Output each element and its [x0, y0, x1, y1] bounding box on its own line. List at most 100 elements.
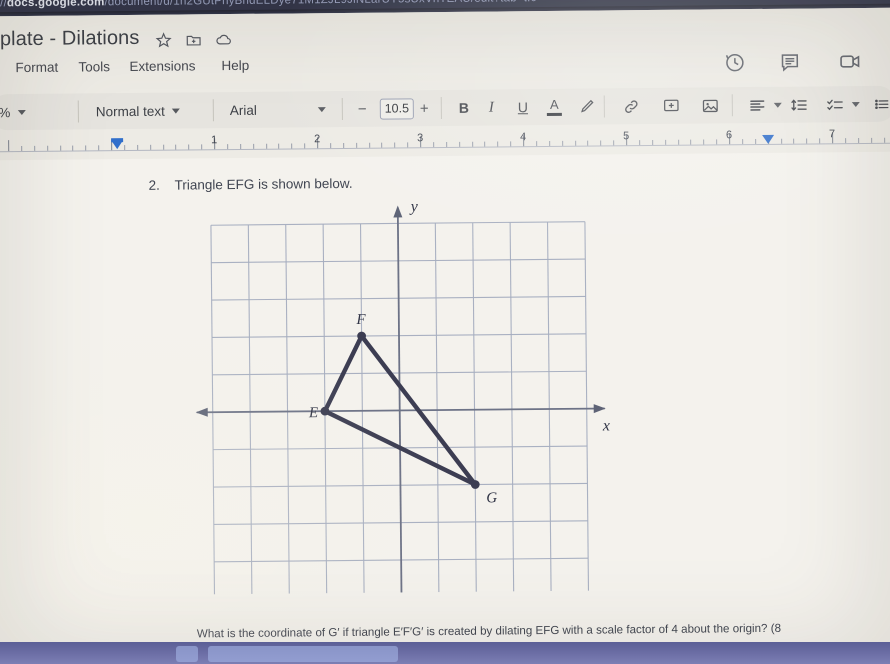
insert-image-icon[interactable] — [701, 87, 720, 123]
gridline-vertical — [210, 225, 216, 595]
ruler-minor-tick — [85, 145, 87, 151]
chevron-down-icon — [851, 101, 860, 107]
ruler-minor-tick — [716, 139, 718, 145]
ruler-minor-tick — [394, 142, 396, 148]
gridline-vertical — [509, 222, 515, 595]
x-axis-label: x — [602, 417, 610, 434]
menu-item-tools[interactable]: Tools — [78, 59, 110, 74]
paragraph-style-dropdown[interactable]: Normal text — [96, 93, 180, 130]
ruler-minor-tick — [59, 145, 61, 151]
ruler-minor-tick — [445, 141, 447, 147]
font-size-input[interactable]: 10.5 — [379, 90, 414, 126]
right-margin-marker[interactable] — [762, 134, 775, 144]
ruler-minor-tick — [136, 144, 138, 150]
ruler-minor-tick — [613, 140, 615, 146]
ruler-minor-tick — [561, 140, 563, 146]
insert-link-icon[interactable] — [622, 88, 641, 124]
chevron-down-icon — [17, 109, 26, 115]
move-to-folder-icon[interactable] — [185, 31, 203, 49]
photo-of-screen: s://docs.google.com/document/d/1h2GUtPhy… — [0, 0, 890, 664]
y-axis-arrow-up — [393, 205, 403, 218]
taskbar-item[interactable] — [208, 646, 398, 662]
zoom-value: 100% — [0, 104, 11, 120]
ruler-number: 5 — [622, 130, 630, 143]
toolbar-separator — [731, 94, 733, 117]
text-color-button[interactable]: A — [546, 89, 562, 125]
increase-font-size-button[interactable]: + — [420, 90, 429, 126]
toolbar-separator — [341, 97, 343, 120]
ruler-minor-tick — [548, 140, 550, 146]
italic-button[interactable]: I — [489, 90, 494, 126]
taskbar-item[interactable] — [176, 646, 198, 662]
font-size-value: 10.5 — [379, 97, 414, 120]
decrease-font-size-button[interactable]: − — [358, 91, 367, 127]
document-page[interactable]: 2. Triangle EFG is shown below. xyEFG Wh… — [0, 151, 890, 664]
question-number: 2. — [148, 177, 160, 193]
ruler-minor-tick — [471, 141, 473, 147]
add-comment-icon[interactable] — [662, 88, 681, 124]
ruler-minor-tick — [536, 141, 538, 147]
ruler-number: 6 — [725, 129, 733, 142]
gridline-vertical — [247, 224, 253, 595]
menu-item-help[interactable]: Help — [221, 58, 249, 73]
font-family-value: Arial — [229, 102, 257, 118]
x-axis-arrow-right — [593, 404, 606, 414]
browser-profile-glyph[interactable]: A — [876, 0, 884, 3]
checklist-icon[interactable] — [826, 86, 860, 122]
left-indent-marker[interactable] — [111, 140, 124, 150]
vertex-label-F: F — [355, 312, 366, 328]
cloud-saved-icon[interactable] — [215, 31, 233, 49]
ruler-minor-tick — [227, 144, 229, 150]
document-title[interactable]: mplate - Dilations — [0, 27, 140, 51]
zoom-dropdown[interactable]: 100% — [0, 94, 26, 130]
line-spacing-icon[interactable] — [790, 86, 809, 122]
vertex-point-E — [320, 406, 330, 416]
ruler-minor-tick — [857, 138, 859, 144]
coordinate-plane-figure: x y E F G — [187, 190, 621, 595]
text-color-label: A — [549, 96, 559, 112]
version-history-icon[interactable] — [723, 51, 749, 77]
chevron-down-icon — [773, 102, 782, 108]
ruler-minor-tick — [574, 140, 576, 146]
ruler-minor-tick — [819, 138, 821, 144]
bold-button[interactable]: B — [459, 90, 469, 126]
ruler-minor-tick — [703, 139, 705, 145]
ruler-minor-tick — [265, 143, 267, 149]
ruler-minor-tick — [690, 139, 692, 145]
plus-icon: + — [419, 99, 429, 117]
os-taskbar — [0, 642, 890, 664]
menu-item-format[interactable]: Format — [15, 60, 58, 75]
docs-top-right-actions — [705, 50, 890, 88]
google-docs-app: mplate - Dilations rt For — [0, 7, 890, 664]
ruler-minor-tick — [98, 145, 100, 151]
align-icon[interactable] — [748, 87, 782, 123]
highlight-pen-icon[interactable] — [578, 89, 596, 125]
bulleted-list-icon[interactable] — [874, 86, 890, 122]
bold-label: B — [458, 99, 470, 116]
toolbar-separator — [212, 99, 214, 122]
ruler-minor-tick — [639, 140, 641, 146]
star-icon[interactable] — [155, 32, 173, 50]
ruler-minor-tick — [600, 140, 602, 146]
italic-label: I — [488, 99, 494, 116]
underline-button[interactable]: U — [518, 89, 528, 125]
ruler-minor-tick — [239, 143, 241, 149]
ruler-minor-tick — [587, 140, 589, 146]
ruler-minor-tick — [355, 142, 357, 148]
ruler-minor-tick — [754, 139, 756, 145]
url-domain: docs.google.com — [6, 0, 105, 10]
ruler-number: 1 — [210, 134, 218, 147]
y-axis — [396, 207, 403, 595]
ruler-minor-tick — [175, 144, 177, 150]
meet-camera-icon[interactable] — [838, 50, 864, 76]
menu-item-extensions[interactable]: Extensions — [129, 58, 195, 74]
comment-history-icon[interactable] — [778, 51, 804, 77]
text-color-swatch — [546, 112, 562, 117]
ruler-number: 3 — [416, 132, 424, 145]
ruler-minor-tick — [368, 142, 370, 148]
ruler-minor-tick — [278, 143, 280, 149]
docs-formatting-toolbar: 100% Normal text Arial − 10.5 + B I U A — [0, 85, 890, 131]
y-axis-label: y — [409, 198, 419, 215]
font-family-dropdown[interactable]: Arial — [230, 91, 334, 128]
vertex-point-F — [357, 331, 367, 341]
